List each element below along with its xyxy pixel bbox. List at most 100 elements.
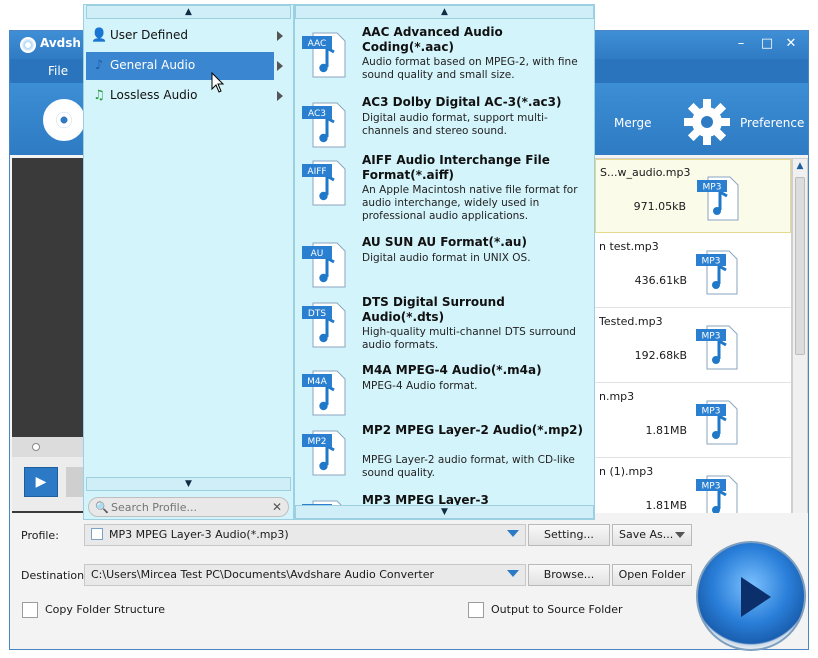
- mp3-tag: MP3: [702, 332, 721, 342]
- app-title: Avdsh: [40, 36, 81, 50]
- maximize-icon[interactable]: □: [758, 35, 776, 53]
- setting-button[interactable]: Setting...: [528, 524, 610, 546]
- file-name: n (1).mp3: [599, 465, 654, 478]
- search-input[interactable]: [111, 500, 261, 515]
- audio-file-icon: AU: [302, 242, 346, 288]
- format-panel: ▲ AAC AAC Advanced Audio Coding(*.aac) Aud…: [294, 4, 595, 520]
- file-name: n test.mp3: [599, 240, 659, 253]
- open-folder-button[interactable]: Open Folder: [612, 564, 692, 586]
- category-scroll-up-icon[interactable]: ▲: [86, 5, 291, 19]
- file-row[interactable]: n test.mp3 436.61kB MP3: [595, 234, 791, 308]
- chevron-right-icon: [277, 31, 283, 41]
- format-scroll-up-icon[interactable]: ▲: [295, 5, 594, 19]
- format-item[interactable]: DTS DTS Digital Surround Audio(*.dts) High…: [295, 295, 594, 359]
- profile-value: MP3 MPEG Layer-3 Audio(*.mp3): [109, 528, 289, 541]
- format-tag: AC3: [308, 109, 326, 119]
- audio-file-icon: AIFF: [302, 160, 346, 206]
- destination-label: Destination:: [21, 569, 88, 582]
- file-list: S...w_audio.mp3 971.05kB MP3 n test.mp3 …: [594, 158, 792, 536]
- file-row[interactable]: S...w_audio.mp3 971.05kB MP3: [595, 159, 791, 233]
- format-item[interactable]: AC3 AC3 Dolby Digital AC-3(*.ac3) Digital …: [295, 95, 594, 159]
- file-size: 1.81MB: [645, 499, 687, 512]
- clear-icon[interactable]: ✕: [272, 500, 282, 515]
- format-description: Audio format based on MPEG-2, with fine …: [362, 56, 578, 81]
- destination-select[interactable]: C:\Users\Mircea Test PC\Documents\Avdsha…: [84, 564, 526, 586]
- format-item[interactable]: M4A M4A MPEG-4 Audio(*.m4a) MPEG-4 Audio f…: [295, 363, 594, 427]
- chevron-right-icon: [277, 61, 283, 71]
- destination-value: C:\Users\Mircea Test PC\Documents\Avdsha…: [91, 568, 434, 581]
- category-label: User Defined: [110, 28, 188, 42]
- format-title: AC3 Dolby Digital AC-3(*.ac3): [362, 95, 562, 109]
- format-title: AIFF Audio Interchange File Format(*.aif…: [362, 153, 550, 182]
- music-note-icon: ♪: [94, 58, 104, 73]
- audio-file-icon: M4A: [302, 370, 346, 416]
- seek-handle[interactable]: [32, 443, 40, 451]
- save-as-label: Save As...: [619, 528, 674, 541]
- category-panel: ▲ 👤 User Defined ♪ General Audio ♫ Lossl…: [83, 4, 294, 520]
- mouse-cursor-icon: [211, 72, 225, 93]
- seek-bar[interactable]: [12, 437, 92, 457]
- category-scroll-down-icon[interactable]: ▼: [86, 477, 291, 491]
- format-tag: AU: [311, 249, 324, 259]
- profile-file-icon: [91, 528, 103, 540]
- format-description: An Apple Macintosh native file format fo…: [362, 184, 578, 222]
- format-item[interactable]: AAC AAC Advanced Audio Coding(*.aac) Audio…: [295, 25, 594, 89]
- format-description: High-quality multi-channel DTS surround …: [362, 326, 576, 351]
- audio-file-icon: MP2: [302, 430, 346, 476]
- file-size: 436.61kB: [634, 274, 687, 287]
- convert-button[interactable]: [696, 541, 806, 651]
- file-size: 192.68kB: [634, 349, 687, 362]
- audio-file-icon: DTS: [302, 302, 346, 348]
- format-title: MP2 MPEG Layer-2 Audio(*.mp2): [362, 423, 584, 437]
- format-tag: MP2: [308, 437, 327, 447]
- mp3-file-icon: MP3: [696, 250, 738, 295]
- browse-button[interactable]: Browse...: [528, 564, 610, 586]
- scroll-thumb[interactable]: [795, 177, 805, 355]
- format-item[interactable]: AU AU SUN AU Format(*.au) Digital audio fo…: [295, 235, 594, 299]
- file-size: 971.05kB: [633, 200, 686, 213]
- play-button[interactable]: ▶: [24, 467, 58, 497]
- app-logo-icon: [20, 37, 36, 53]
- minimize-icon[interactable]: –: [732, 35, 750, 53]
- format-tag: AAC: [308, 39, 327, 49]
- add-file-film-icon[interactable]: [43, 99, 85, 141]
- category-user-defined[interactable]: 👤 User Defined: [86, 22, 274, 50]
- format-tag: M4A: [307, 377, 327, 387]
- scroll-up-icon[interactable]: ▲: [795, 161, 805, 171]
- format-item[interactable]: MP2 MP2 MPEG Layer-2 Audio(*.mp2) MPEG Lay…: [295, 423, 594, 487]
- save-as-button[interactable]: Save As...: [612, 524, 692, 546]
- close-icon[interactable]: ✕: [782, 35, 800, 53]
- search-box[interactable]: 🔍 ✕: [88, 497, 289, 517]
- file-row[interactable]: Tested.mp3 192.68kB MP3: [595, 309, 791, 383]
- category-lossless-audio[interactable]: ♫ Lossless Audio: [86, 82, 274, 110]
- player-controls: ▶: [12, 457, 92, 511]
- category-label: General Audio: [110, 58, 196, 72]
- audio-file-icon: AAC: [302, 32, 346, 78]
- output-source-checkbox[interactable]: [468, 602, 484, 618]
- mp3-tag: MP3: [702, 257, 721, 267]
- output-source-label: Output to Source Folder: [491, 603, 623, 616]
- format-title: AAC Advanced Audio Coding(*.aac): [362, 25, 503, 54]
- file-row[interactable]: n.mp3 1.81MB MP3: [595, 384, 791, 458]
- format-description: Digital audio format, support multi-chan…: [362, 112, 548, 137]
- mp3-tag: MP3: [703, 183, 722, 193]
- format-title: AU SUN AU Format(*.au): [362, 235, 527, 249]
- output-settings: Profile: MP3 MPEG Layer-3 Audio(*.mp3) S…: [10, 513, 808, 651]
- merge-label: Merge: [614, 116, 652, 130]
- format-description: MPEG-4 Audio format.: [362, 380, 478, 392]
- format-title: DTS Digital Surround Audio(*.dts): [362, 295, 505, 324]
- chevron-down-icon: [507, 530, 519, 537]
- preference-gear-icon[interactable]: [682, 97, 732, 147]
- format-item[interactable]: AIFF AIFF Audio Interchange File Format(*…: [295, 153, 594, 222]
- file-list-scrollbar[interactable]: ▲ ▼: [792, 158, 808, 536]
- mp3-file-icon: MP3: [696, 325, 738, 370]
- profile-select[interactable]: MP3 MPEG Layer-3 Audio(*.mp3): [84, 524, 526, 546]
- format-scroll-down-icon[interactable]: ▼: [295, 505, 594, 519]
- copy-folder-checkbox[interactable]: [22, 602, 38, 618]
- chevron-down-icon: [507, 570, 519, 577]
- menu-file[interactable]: File: [48, 64, 68, 78]
- format-description: Digital audio format in UNIX OS.: [362, 252, 531, 264]
- chevron-right-icon: [277, 91, 283, 101]
- category-general-audio[interactable]: ♪ General Audio: [86, 52, 274, 80]
- format-tag: DTS: [308, 309, 326, 319]
